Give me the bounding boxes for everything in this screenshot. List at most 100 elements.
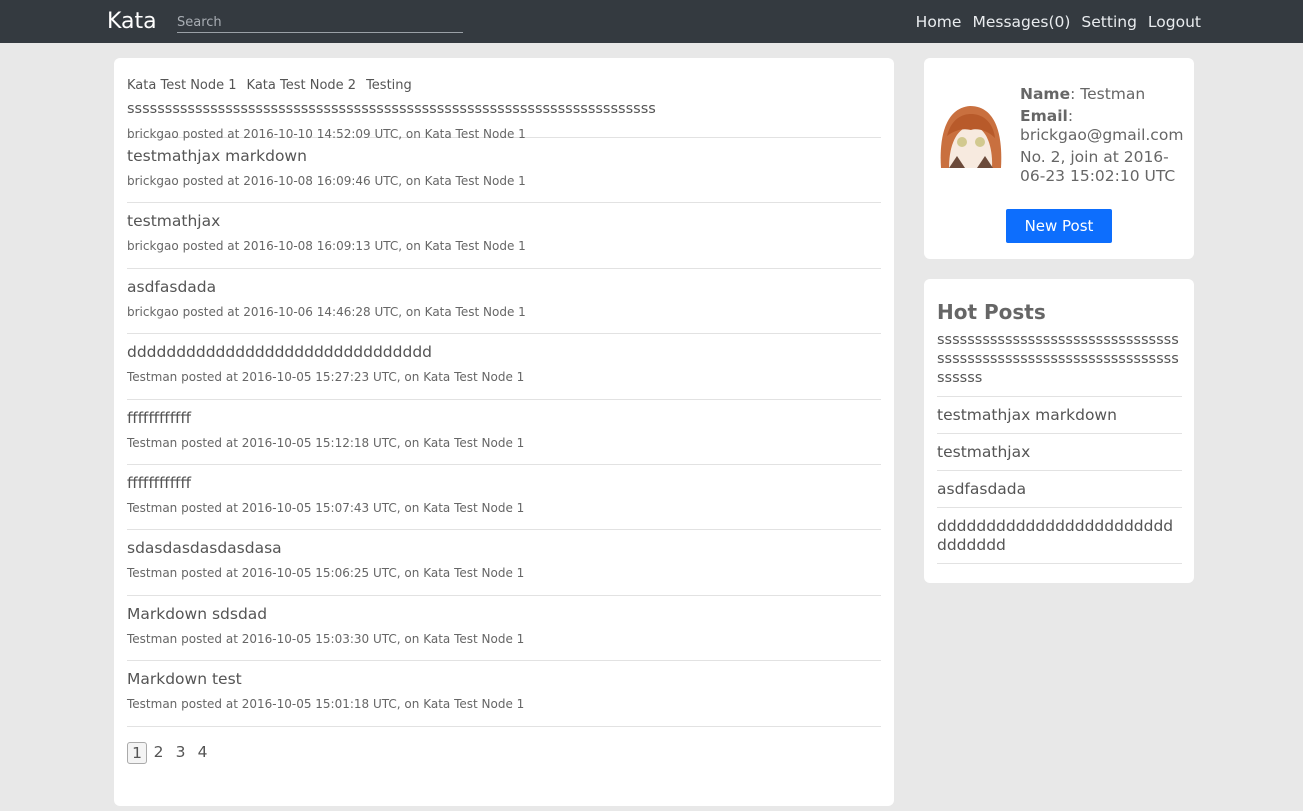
posted-at-text: posted at (181, 435, 238, 450)
post-node-link[interactable]: Kata Test Node 1 (423, 370, 524, 384)
post-meta: brickgao posted at 2016-10-06 14:46:28 U… (127, 304, 881, 320)
post-date: 2016-10-05 15:06:25 UTC (241, 566, 397, 581)
profile-name: : Testman (1070, 85, 1146, 103)
post-author-link[interactable]: brickgao (127, 239, 179, 253)
hot-posts-title: Hot Posts (937, 300, 1046, 324)
node-tab-1[interactable]: Kata Test Node 1 (127, 78, 237, 93)
node-tab-2[interactable]: Kata Test Node 2 (247, 78, 357, 93)
post-title-link[interactable]: Markdown test (127, 669, 881, 689)
post-date: 2016-10-06 14:46:28 UTC (243, 304, 399, 319)
brand-logo[interactable]: Kata (107, 8, 157, 36)
post-item: ffffffffffff Testman posted at 2016-10-05… (127, 400, 881, 465)
post-author-link[interactable]: Testman (127, 697, 177, 711)
post-title-link[interactable]: ffffffffffff (127, 473, 881, 493)
post-title-link[interactable]: testmathjax (127, 211, 881, 231)
hot-post-item[interactable]: asdfasdada (937, 480, 1182, 508)
post-node-link[interactable]: Kata Test Node 1 (423, 436, 524, 450)
new-post-button[interactable]: New Post (1006, 209, 1112, 243)
on-text: , on (396, 566, 420, 581)
on-text: , on (398, 127, 421, 141)
search-box[interactable] (177, 11, 463, 33)
posted-at-text: posted at (182, 174, 240, 188)
post-item: testmathjax brickgao posted at 2016-10-08… (127, 203, 881, 269)
posted-at-text: posted at (181, 500, 238, 515)
post-item: sdasdasdasdasdasa Testman posted at 2016-… (127, 530, 881, 596)
post-meta: brickgao posted at 2016-10-08 16:09:13 U… (127, 238, 881, 254)
posted-at-text: posted at (181, 697, 238, 712)
profile-email-row: Email: brickgao@gmail.com (1020, 107, 1194, 145)
post-author-link[interactable]: Testman (127, 566, 177, 580)
post-author-link[interactable]: Testman (127, 632, 177, 646)
hot-posts-list: ssssssssssssssssssssssssssssssssssssssss… (937, 331, 1182, 564)
posted-at-text: posted at (181, 370, 238, 385)
node-tab-testing[interactable]: Testing (366, 78, 412, 93)
post-date: 2016-10-05 15:03:30 UTC (241, 631, 397, 646)
on-text: , on (396, 631, 420, 646)
nav-setting-link[interactable]: Setting (1081, 11, 1137, 33)
post-title-link[interactable]: asdfasdada (127, 277, 881, 297)
post-author-link[interactable]: brickgao (127, 174, 179, 188)
post-title-link[interactable]: sdasdasdasdasdasa (127, 538, 881, 558)
on-text: , on (396, 435, 420, 450)
post-date: 2016-10-05 15:07:43 UTC (241, 500, 397, 515)
page-4-link[interactable]: 4 (192, 742, 213, 764)
profile-name-row: Name: Testman (1020, 85, 1194, 104)
post-date: 2016-10-05 15:12:18 UTC (241, 435, 397, 450)
post-author-link[interactable]: Testman (127, 436, 177, 450)
posted-at-text: posted at (181, 566, 238, 581)
post-item: Markdown test Testman posted at 2016-10-0… (127, 661, 881, 727)
post-node-link[interactable]: Kata Test Node 1 (425, 127, 526, 141)
on-text: , on (396, 697, 420, 712)
post-author-link[interactable]: Testman (127, 501, 177, 515)
post-meta: Testman posted at 2016-10-05 15:01:18 UT… (127, 696, 881, 712)
post-node-link[interactable]: Kata Test Node 1 (423, 697, 524, 711)
post-author-link[interactable]: brickgao (127, 305, 179, 319)
post-title-link[interactable]: ffffffffffff (127, 408, 881, 428)
hot-post-item[interactable]: testmathjax markdown (937, 406, 1182, 434)
post-node-link[interactable]: Kata Test Node 1 (425, 239, 526, 253)
profile-card: Name: Testman Email: brickgao@gmail.com … (924, 58, 1194, 259)
post-item: testmathjax markdown brickgao posted at 2… (127, 138, 881, 204)
hot-post-item[interactable]: ssssssssssssssssssssssssssssssssssssssss… (937, 331, 1182, 397)
user-avatar[interactable] (935, 98, 1005, 168)
post-date: 2016-10-08 16:09:13 UTC (243, 239, 399, 254)
post-title-link[interactable]: Markdown sdsdad (127, 604, 881, 624)
profile-join-info: No. 2, join at 2016-06-23 15:02:10 UTC (1020, 148, 1176, 185)
node-tabs: Kata Test Node 1 Kata Test Node 2 Testin… (127, 58, 881, 93)
nav-home-link[interactable]: Home (916, 11, 962, 33)
post-author-link[interactable]: brickgao (127, 127, 179, 141)
post-item: ddddddddddddddddddddddddddddddd Testman p… (127, 334, 881, 400)
post-title-link[interactable]: ssssssssssssssssssssssssssssssssssssssss… (127, 99, 881, 119)
post-meta: Testman posted at 2016-10-05 15:07:43 UT… (127, 500, 881, 516)
name-label: Name (1020, 85, 1071, 103)
post-date: 2016-10-10 14:52:09 UTC (243, 127, 399, 141)
post-meta: Testman posted at 2016-10-05 15:06:25 UT… (127, 565, 881, 581)
post-meta: Testman posted at 2016-10-05 15:27:23 UT… (127, 369, 881, 385)
post-meta: Testman posted at 2016-10-05 15:03:30 UT… (127, 631, 881, 647)
hot-post-item[interactable]: ddddddddddddddddddddddddddddddd (937, 517, 1182, 564)
on-text: , on (398, 174, 421, 188)
post-title-link[interactable]: testmathjax markdown (127, 146, 881, 166)
page-1-link[interactable]: 1 (127, 741, 147, 764)
nav-logout-link[interactable]: Logout (1148, 11, 1201, 33)
page-2-link[interactable]: 2 (148, 742, 169, 764)
post-node-link[interactable]: Kata Test Node 1 (423, 566, 524, 580)
post-meta: Testman posted at 2016-10-05 15:12:18 UT… (127, 435, 881, 451)
email-label: Email (1020, 107, 1068, 125)
post-node-link[interactable]: Kata Test Node 1 (425, 305, 526, 319)
search-input[interactable] (177, 12, 463, 33)
nav-messages-link[interactable]: Messages(0) (972, 11, 1070, 33)
page-3-link[interactable]: 3 (170, 742, 191, 764)
posted-at-text: posted at (182, 304, 240, 319)
post-node-link[interactable]: Kata Test Node 1 (423, 632, 524, 646)
post-item: ssssssssssssssssssssssssssssssssssssssss… (127, 93, 881, 141)
post-title-link[interactable]: ddddddddddddddddddddddddddddddd (127, 342, 881, 362)
profile-info: Name: Testman Email: brickgao@gmail.com … (1020, 85, 1194, 189)
posted-at-text: posted at (182, 127, 240, 141)
post-date: 2016-10-05 15:27:23 UTC (241, 370, 397, 385)
post-node-link[interactable]: Kata Test Node 1 (423, 501, 524, 515)
post-list: ssssssssssssssssssssssssssssssssssssssss… (127, 93, 881, 727)
hot-post-item[interactable]: testmathjax (937, 443, 1182, 471)
post-author-link[interactable]: Testman (127, 370, 177, 384)
post-node-link[interactable]: Kata Test Node 1 (425, 174, 526, 188)
